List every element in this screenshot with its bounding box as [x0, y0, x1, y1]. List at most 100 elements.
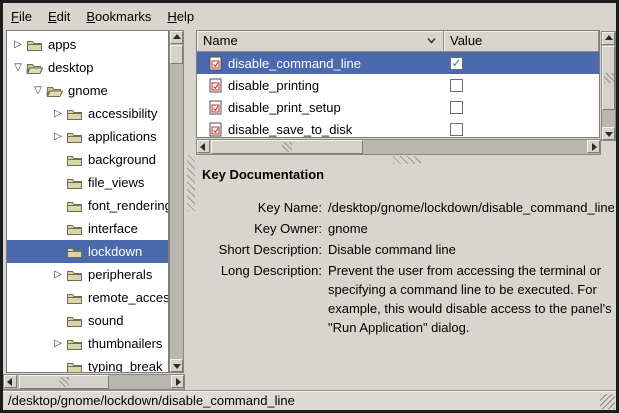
tree-item-font_rendering[interactable]: font_rendering [7, 194, 168, 217]
value-checkbox[interactable] [450, 101, 463, 114]
key-list-rows: disable_command_line ✓ disable_printing … [197, 52, 599, 138]
tree-item-label: sound [86, 313, 123, 328]
menu-file[interactable]: File [7, 6, 36, 27]
scroll-right-button[interactable] [171, 375, 184, 388]
expander-icon[interactable]: ▷ [51, 269, 65, 280]
statusbar: /desktop/gnome/lockdown/disable_command_… [3, 390, 616, 410]
tree-item-apps[interactable]: ▷ apps [7, 33, 168, 56]
tree-item-remote_access[interactable]: remote_access [7, 286, 168, 309]
scroll-down-button[interactable] [602, 127, 615, 140]
boolean-key-icon [209, 100, 222, 115]
expander-icon[interactable]: ▽ [11, 62, 25, 73]
key-value-cell: ✓ [444, 57, 599, 70]
expander-icon[interactable]: ▽ [31, 85, 45, 96]
doc-field-value: Prevent the user from accessing the term… [328, 261, 614, 337]
folder-icon [66, 360, 83, 374]
folder-icon [66, 314, 83, 328]
arrow-right-icon [176, 378, 181, 386]
scroll-up-button[interactable] [602, 32, 615, 45]
folder-closed-icon [66, 245, 83, 259]
settings-tree[interactable]: ▷ apps ▽ desktop ▽ gnome [6, 30, 169, 373]
expander-icon[interactable]: ▷ [11, 39, 25, 50]
folder-open-icon [46, 84, 63, 98]
key-row-disable_printing[interactable]: disable_printing [197, 74, 599, 96]
arrow-left-icon [7, 378, 12, 386]
tree-item-file_views[interactable]: file_views [7, 171, 168, 194]
tree-item-sound[interactable]: sound [7, 309, 168, 332]
window-resize-grip[interactable] [600, 394, 615, 409]
thumb-grip [604, 73, 614, 83]
scroll-right-button[interactable] [587, 140, 600, 153]
tree-hscroll-thumb[interactable] [19, 375, 109, 389]
arrow-down-icon [173, 364, 181, 369]
tree-vscroll-thumb[interactable] [170, 45, 183, 64]
column-header-name-label: Name [203, 33, 238, 48]
key-row-disable_print_setup[interactable]: disable_print_setup [197, 96, 599, 118]
folder-closed-icon [66, 199, 83, 213]
tree-item-interface[interactable]: interface [7, 217, 168, 240]
expander-icon[interactable]: ▷ [51, 108, 65, 119]
tree-item-label: typing_break [86, 359, 162, 373]
tree-item-label: file_views [86, 175, 144, 190]
value-checkbox[interactable] [450, 123, 463, 136]
tree-item-background[interactable]: background [7, 148, 168, 171]
tree-item-gnome[interactable]: ▽ gnome [7, 79, 168, 102]
tree-item-typing_break[interactable]: typing_break [7, 355, 168, 373]
tree-item-label: interface [86, 221, 138, 236]
column-header-value-label: Value [450, 33, 482, 48]
folder-icon [26, 61, 43, 75]
key-name-cell: disable_print_setup [197, 100, 444, 115]
list-vscroll-thumb[interactable] [602, 46, 615, 110]
doc-field-label: Key Name: [202, 198, 322, 217]
scroll-left-button[interactable] [4, 375, 17, 388]
scroll-left-button[interactable] [197, 140, 210, 153]
folder-icon [66, 107, 83, 121]
expander-icon[interactable]: ▷ [51, 338, 65, 349]
column-header-name[interactable]: Name [197, 31, 444, 52]
menu-edit[interactable]: Edit [44, 6, 74, 27]
tree-horizontal-scrollbar[interactable] [3, 374, 185, 390]
folder-icon [66, 130, 83, 144]
menu-bookmarks[interactable]: Bookmarks [82, 6, 155, 27]
list-hscroll-thumb[interactable] [211, 140, 363, 154]
tree-item-desktop[interactable]: ▽ desktop [7, 56, 168, 79]
tree-item-label: accessibility [86, 106, 157, 121]
boolean-key-icon [209, 122, 222, 137]
doc-field-value: Disable command line [328, 240, 614, 259]
arrow-left-icon [200, 143, 205, 151]
key-name-label: disable_save_to_disk [228, 122, 352, 137]
scroll-up-button[interactable] [170, 31, 183, 44]
tree-item-accessibility[interactable]: ▷ accessibility [7, 102, 168, 125]
expander-icon[interactable]: ▷ [51, 131, 65, 142]
folder-icon [66, 176, 83, 190]
tree-item-peripherals[interactable]: ▷ peripherals [7, 263, 168, 286]
key-list[interactable]: Name Value disable_command_line ✓ [196, 30, 600, 138]
tree-vertical-scrollbar[interactable] [169, 30, 184, 373]
value-checkbox[interactable]: ✓ [450, 57, 463, 70]
folder-icon [26, 38, 43, 52]
vertical-splitter-handle[interactable] [187, 155, 195, 211]
doc-field-label: Key Owner: [202, 219, 322, 238]
folder-closed-icon [66, 360, 83, 374]
menu-help[interactable]: Help [163, 6, 198, 27]
column-header-value[interactable]: Value [444, 31, 599, 52]
boolean-key-icon [209, 56, 222, 71]
thumb-grip [59, 377, 69, 387]
doc-field-value: gnome [328, 219, 614, 238]
key-row-disable_save_to_disk[interactable]: disable_save_to_disk [197, 118, 599, 138]
key-value-cell [444, 79, 599, 92]
tree-item-label: background [86, 152, 156, 167]
list-vertical-scrollbar[interactable] [601, 31, 616, 141]
key-row-disable_command_line[interactable]: disable_command_line ✓ [197, 52, 599, 74]
list-horizontal-scrollbar[interactable] [196, 139, 601, 155]
tree-item-lockdown[interactable]: lockdown [7, 240, 168, 263]
key-name-cell: disable_save_to_disk [197, 122, 444, 137]
tree-item-applications[interactable]: ▷ applications [7, 125, 168, 148]
doc-field-label: Long Description: [202, 261, 322, 337]
value-checkbox[interactable] [450, 79, 463, 92]
key-name-label: disable_command_line [228, 56, 361, 71]
folder-closed-icon [66, 291, 83, 305]
tree-item-thumbnailers[interactable]: ▷ thumbnailers [7, 332, 168, 355]
scroll-down-button[interactable] [170, 359, 183, 372]
key-name-cell: disable_printing [197, 78, 444, 93]
